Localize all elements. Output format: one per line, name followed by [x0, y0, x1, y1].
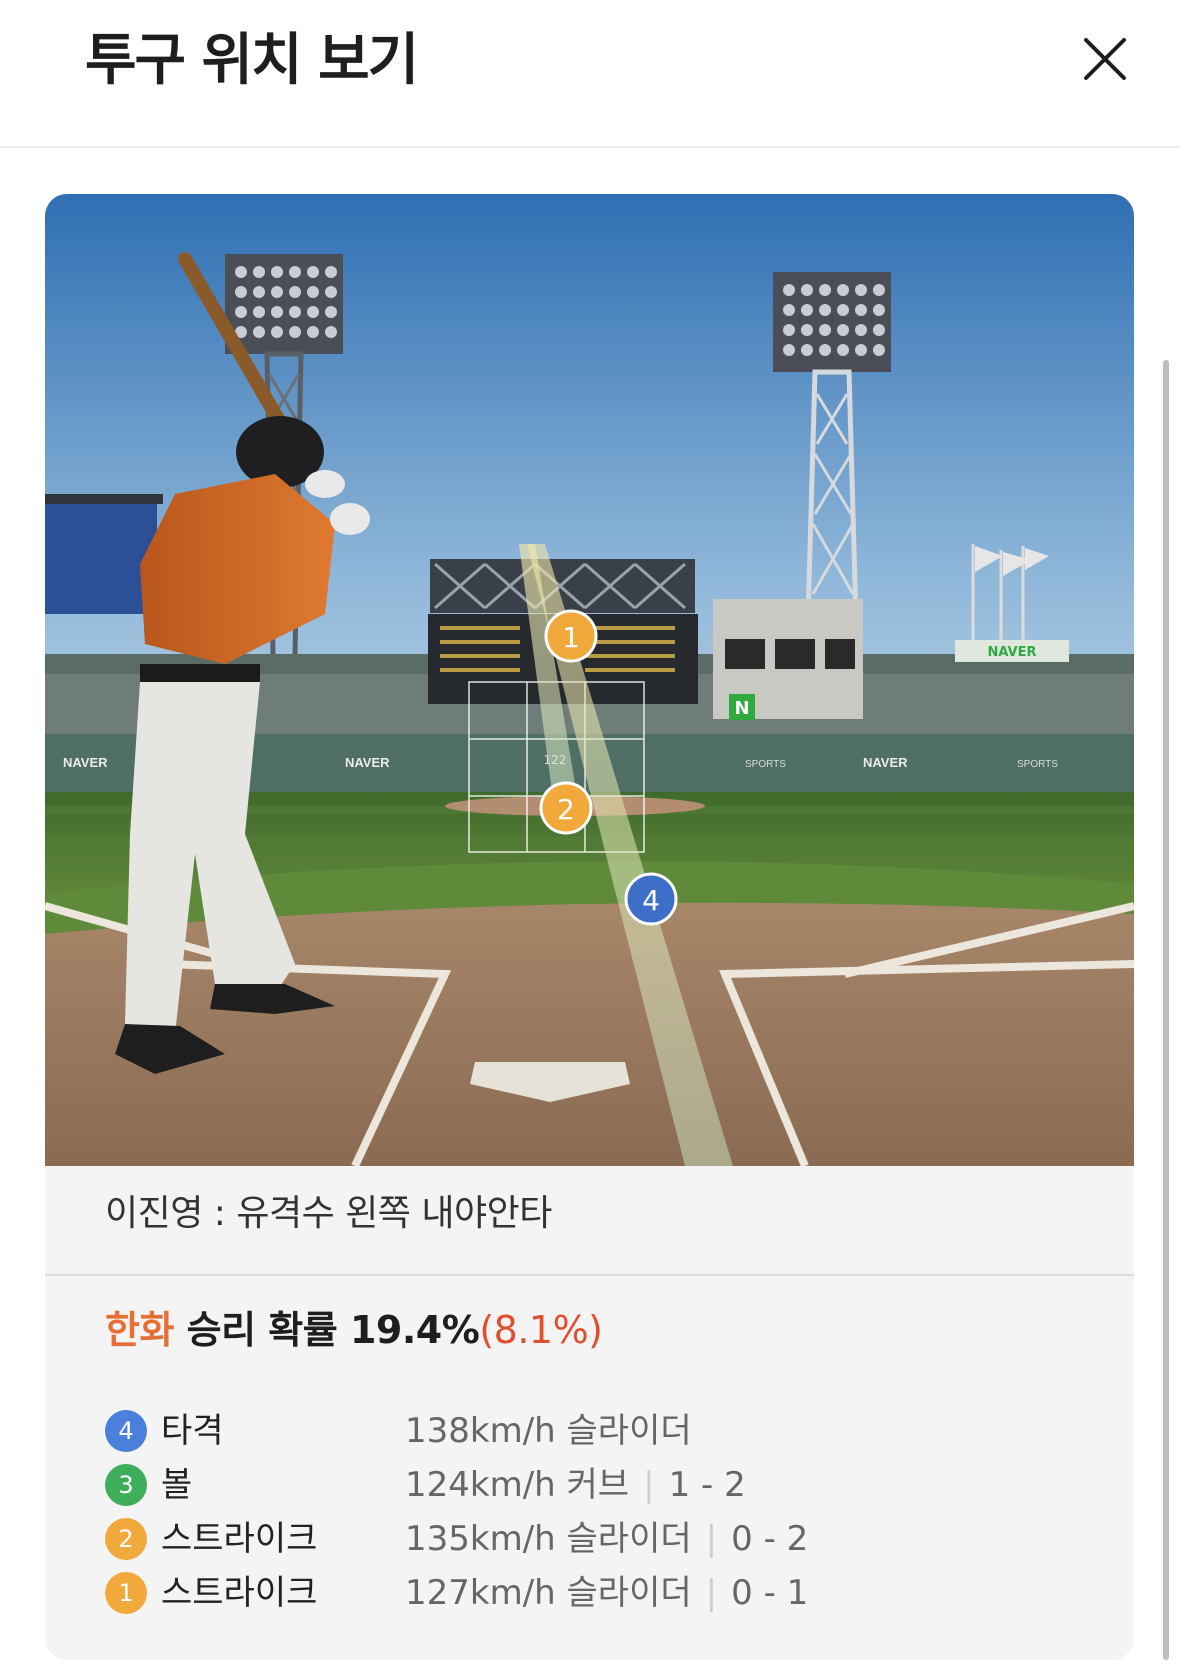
pitch-row: 4 타격 138km/h 슬라이더 [105, 1404, 1105, 1458]
separator: | [705, 1519, 718, 1559]
pitch-row: 3 볼 124km/h 커브 | 1 - 2 [105, 1458, 1105, 1512]
pitch-count: 0 - 1 [731, 1573, 809, 1613]
wall-ad-2: NAVER [345, 755, 390, 770]
pitch-count: 1 - 2 [668, 1465, 746, 1505]
win-probability: 한화 승리 확률 19.4%(8.1%) [105, 1306, 603, 1354]
pitch-result: 볼 [161, 1465, 193, 1505]
pitch-number-badge: 2 [105, 1518, 147, 1560]
separator: | [705, 1573, 718, 1613]
win-probability-change: (8.1%) [479, 1308, 603, 1352]
pitch-marker-1: 1 [544, 609, 598, 663]
pitch-card: N NAVER NAVER NAVER SPORTS SPORTS NAVER [45, 194, 1134, 1660]
win-probability-label: 승리 확률 [186, 1308, 338, 1352]
pitch-row: 1 스트라이크 127km/h 슬라이더 | 0 - 1 [105, 1566, 1105, 1620]
pitch-number-badge: 4 [105, 1410, 147, 1452]
pitch-detail: 127km/h 슬라이더 | 0 - 1 [405, 1566, 808, 1620]
pitch-type: 슬라이더 [566, 1411, 692, 1451]
svg-text:4: 4 [642, 884, 660, 917]
divider [45, 1274, 1134, 1276]
pitch-type: 슬라이더 [566, 1573, 692, 1613]
separator: | [643, 1465, 655, 1505]
wall-ad-1: NAVER [63, 755, 108, 770]
pitch-type: 커브 [566, 1465, 630, 1505]
scrollbar[interactable] [1163, 360, 1169, 1660]
svg-text:2: 2 [557, 793, 575, 826]
pitch-count: 0 - 2 [731, 1519, 809, 1559]
header: 투구 위치 보기 [0, 0, 1179, 148]
wall-sports-2: SPORTS [1017, 759, 1058, 770]
page-title: 투구 위치 보기 [85, 28, 419, 93]
pitch-row: 2 스트라이크 135km/h 슬라이더 | 0 - 2 [105, 1512, 1105, 1566]
pitch-detail: 124km/h 커브 | 1 - 2 [405, 1458, 746, 1512]
pitch-detail: 138km/h 슬라이더 [405, 1404, 692, 1458]
pitch-result: 스트라이크 [161, 1573, 318, 1613]
pitch-marker-2: 2 [539, 781, 593, 835]
pitch-speed: 135km/h [405, 1519, 556, 1559]
wall-ad-3: NAVER [863, 755, 908, 770]
pitch-result: 타격 [161, 1411, 224, 1451]
pitch-speed: 127km/h [405, 1573, 556, 1613]
team-name: 한화 [105, 1308, 174, 1352]
left-screen [45, 504, 157, 614]
pitch-type: 슬라이더 [566, 1519, 692, 1559]
pitch-speed: 124km/h [405, 1465, 556, 1505]
close-icon[interactable] [1080, 34, 1130, 84]
wall-sports-1: SPORTS [745, 759, 786, 770]
pitch-location-scene: N NAVER NAVER NAVER SPORTS SPORTS NAVER [45, 194, 1134, 1166]
pitch-detail: 135km/h 슬라이더 | 0 - 2 [405, 1512, 808, 1566]
win-probability-value: 19.4% [349, 1308, 480, 1352]
play-result: 이진영 : 유격수 왼쪽 내야안타 [105, 1193, 552, 1234]
pitch-list: 4 타격 138km/h 슬라이더 3 볼 124km/h 커브 | 1 - 2 2… [105, 1404, 1105, 1620]
svg-text:1: 1 [562, 621, 580, 654]
svg-text:N: N [734, 698, 749, 719]
pitch-marker-4: 4 [624, 872, 678, 926]
pitch-number-badge: 1 [105, 1572, 147, 1614]
pitch-speed: 138km/h [405, 1411, 556, 1451]
svg-text:NAVER: NAVER [987, 645, 1036, 660]
pitch-number-badge: 3 [105, 1464, 147, 1506]
pitch-result: 스트라이크 [161, 1519, 318, 1559]
